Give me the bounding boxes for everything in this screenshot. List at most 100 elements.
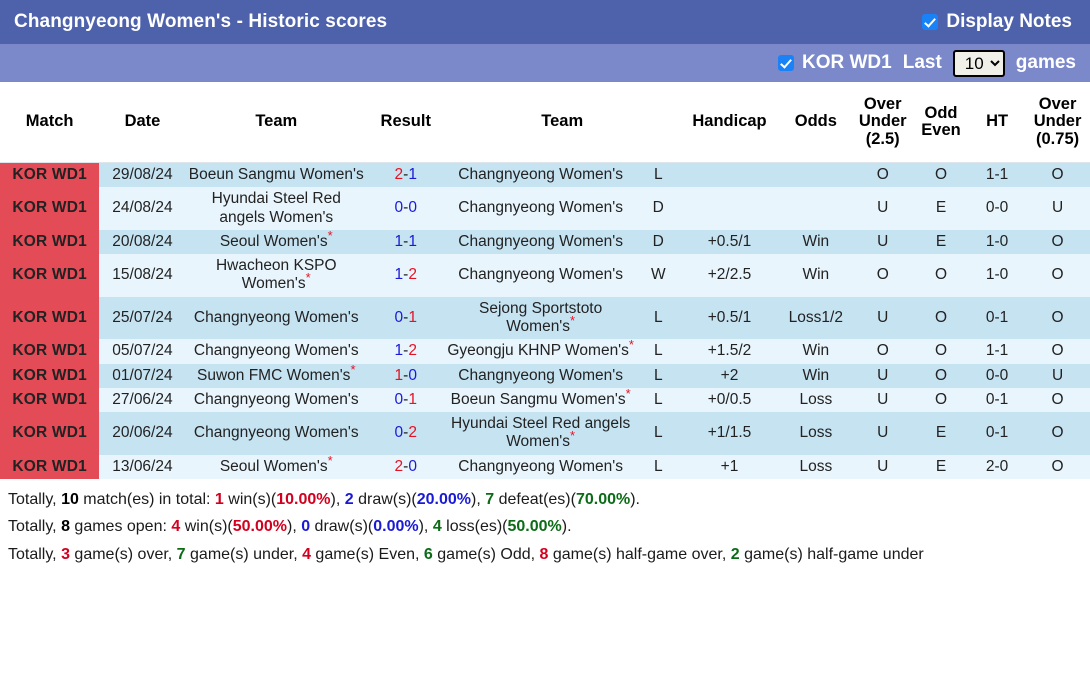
row-date-text: 25/07/24 xyxy=(112,308,173,326)
row-over-under-25-text: O xyxy=(876,266,889,284)
table-row[interactable]: KOR WD1 24/08/24 Hyundai Steel Red angels … xyxy=(0,187,1090,230)
col-date[interactable]: Date xyxy=(99,82,186,163)
table-row[interactable]: KOR WD1 01/07/24 Suwon FMC Women's* 1-0 Chan… xyxy=(0,361,1090,388)
row-away-team[interactable]: Changnyeong Women's xyxy=(444,187,637,230)
summary-l1-draws-pct: 20.00% xyxy=(416,490,472,508)
row-home-team[interactable]: Suwon FMC Women's* xyxy=(185,361,367,388)
col-odds[interactable]: Odds xyxy=(779,82,853,163)
row-ht: 1-1 xyxy=(969,339,1026,364)
row-over-under-25-text: U xyxy=(877,424,889,442)
summary-l1-defeats-pct: 70.00% xyxy=(575,490,631,508)
row-home-team[interactable]: Seoul Women's* xyxy=(185,452,367,479)
col-result[interactable]: Result xyxy=(366,82,445,163)
row-date-text: 15/08/24 xyxy=(112,266,173,284)
summary-l3-half-under-label: game(s) half-game under xyxy=(739,545,924,563)
table-row[interactable]: KOR WD1 27/06/24 Changnyeong Women's 0-1 Boe… xyxy=(0,387,1090,413)
summary-l1-defeats: 7 xyxy=(485,490,495,508)
row-home-team[interactable]: Hwacheon KSPO Women's* xyxy=(185,254,367,297)
row-outcome-text: L xyxy=(653,308,663,326)
row-away-team[interactable]: Boeun Sangmu Women's* xyxy=(444,387,637,413)
row-home-team[interactable]: Seoul Women's* xyxy=(185,229,367,255)
row-score-away: 2 xyxy=(408,266,417,284)
row-away-team[interactable]: Sejong Sportstoto Women's* xyxy=(444,296,637,340)
row-over-under-25-text: O xyxy=(876,342,889,360)
row-league-text: KOR WD1 xyxy=(12,366,87,384)
row-league-badge[interactable]: KOR WD1 xyxy=(0,229,100,255)
row-league-badge[interactable]: KOR WD1 xyxy=(0,296,100,340)
row-ht-text: 0-1 xyxy=(985,424,1009,442)
row-date: 20/06/24 xyxy=(99,412,186,455)
col-team-away[interactable]: Team xyxy=(444,82,680,163)
col-handicap[interactable]: Handicap xyxy=(679,82,780,163)
row-over-under-25-text: U xyxy=(877,366,889,384)
display-notes-toggle[interactable]: Display Notes xyxy=(922,11,1076,33)
summary-l1-wins: 1 xyxy=(214,490,224,508)
row-score-home: 1 xyxy=(394,232,404,250)
row-score-home: 1 xyxy=(394,266,404,284)
row-away-team-text: Hyundai Steel Red angels Women's xyxy=(451,415,631,451)
row-away-team[interactable]: Changnyeong Women's xyxy=(444,229,637,255)
row-home-team[interactable]: Changnyeong Women's xyxy=(185,387,367,413)
row-odd-even: E xyxy=(912,229,970,255)
league-filter-toggle[interactable]: KOR WD1 xyxy=(777,52,892,74)
row-over-under-25: O xyxy=(852,254,913,297)
table-row[interactable]: KOR WD1 05/07/24 Changnyeong Women's 1-2 Gye… xyxy=(0,338,1090,364)
col-ht[interactable]: HT xyxy=(969,82,1026,163)
row-odds-text: Loss xyxy=(799,390,833,408)
col-over-under-075[interactable]: Over Under (0.75) xyxy=(1025,82,1090,163)
note-asterisk-icon: * xyxy=(327,452,333,468)
league-checkbox-icon[interactable] xyxy=(777,55,794,71)
summary-l1-defeats-label: defeat(es)( xyxy=(494,490,576,508)
row-outcome: D xyxy=(636,187,680,230)
row-home-team[interactable]: Changnyeong Women's xyxy=(185,296,367,340)
table-row[interactable]: KOR WD1 29/08/24 Boeun Sangmu Women's 2-1 Ch… xyxy=(0,162,1090,188)
games-count-select[interactable]: 610203050 xyxy=(952,49,1005,77)
row-over-under-075: U xyxy=(1025,187,1090,230)
row-over-under-075: O xyxy=(1025,229,1090,255)
row-away-team[interactable]: Changnyeong Women's xyxy=(444,254,637,297)
row-away-team[interactable]: Hyundai Steel Red angels Women's* xyxy=(444,412,637,455)
summary-l2-losses-pct: 50.00% xyxy=(507,518,562,536)
row-league-badge[interactable]: KOR WD1 xyxy=(0,454,100,479)
row-away-team[interactable]: Gyeongju KHNP Women's* xyxy=(444,338,637,364)
col-team-home[interactable]: Team xyxy=(185,82,367,163)
table-row[interactable]: KOR WD1 20/08/24 Seoul Women's* 1-1 Changnye… xyxy=(0,229,1090,255)
note-asterisk-icon: * xyxy=(350,361,356,377)
table-row[interactable]: KOR WD1 25/07/24 Changnyeong Women's 0-1 Sej… xyxy=(0,296,1090,340)
row-home-team[interactable]: Changnyeong Women's xyxy=(185,412,367,455)
row-league-badge[interactable]: KOR WD1 xyxy=(0,339,100,364)
row-league-text: KOR WD1 xyxy=(12,199,87,217)
row-home-team-text: Changnyeong Women's xyxy=(193,390,359,408)
row-away-team-text: Sejong Sportstoto Women's xyxy=(479,299,603,335)
row-handicap-text: +0/0.5 xyxy=(707,390,752,408)
row-home-team[interactable]: Boeun Sangmu Women's xyxy=(185,162,367,188)
table-row[interactable]: KOR WD1 13/06/24 Seoul Women's* 2-0 Changnye… xyxy=(0,452,1090,479)
summary-l3-odd-label: game(s) Odd, xyxy=(432,545,540,563)
row-league-badge[interactable]: KOR WD1 xyxy=(0,412,100,455)
row-home-team[interactable]: Hyundai Steel Red angels Women's xyxy=(185,187,367,230)
row-home-team[interactable]: Changnyeong Women's xyxy=(185,339,367,364)
row-away-team[interactable]: Changnyeong Women's xyxy=(444,363,637,388)
row-away-team[interactable]: Changnyeong Women's xyxy=(444,162,637,188)
display-notes-checkbox-icon[interactable] xyxy=(922,14,939,30)
row-odds xyxy=(779,187,853,230)
row-over-under-075-text: O xyxy=(1051,390,1064,408)
row-odd-even-text: E xyxy=(935,199,947,217)
col-match[interactable]: Match xyxy=(0,82,100,163)
row-score-away: 1 xyxy=(408,308,417,326)
row-away-team[interactable]: Changnyeong Women's xyxy=(444,454,637,479)
row-odds: Loss1/2 xyxy=(779,296,853,340)
row-league-badge[interactable]: KOR WD1 xyxy=(0,187,100,230)
row-outcome-text: L xyxy=(653,342,663,360)
table-row[interactable]: KOR WD1 20/06/24 Changnyeong Women's 0-2 Hyu… xyxy=(0,412,1090,455)
col-odd-even[interactable]: Odd Even xyxy=(912,82,970,163)
table-row[interactable]: KOR WD1 15/08/24 Hwacheon KSPO Women's* 1-2… xyxy=(0,254,1090,297)
row-league-badge[interactable]: KOR WD1 xyxy=(0,387,100,413)
summary-l3-odd: 6 xyxy=(423,545,433,563)
row-league-badge[interactable]: KOR WD1 xyxy=(0,363,100,388)
row-league-badge[interactable]: KOR WD1 xyxy=(0,162,100,188)
col-over-under-25[interactable]: Over Under (2.5) xyxy=(852,82,913,163)
summary-l1-total: 10 xyxy=(61,490,79,508)
row-score-away: 2 xyxy=(408,424,417,442)
row-league-badge[interactable]: KOR WD1 xyxy=(0,254,100,297)
